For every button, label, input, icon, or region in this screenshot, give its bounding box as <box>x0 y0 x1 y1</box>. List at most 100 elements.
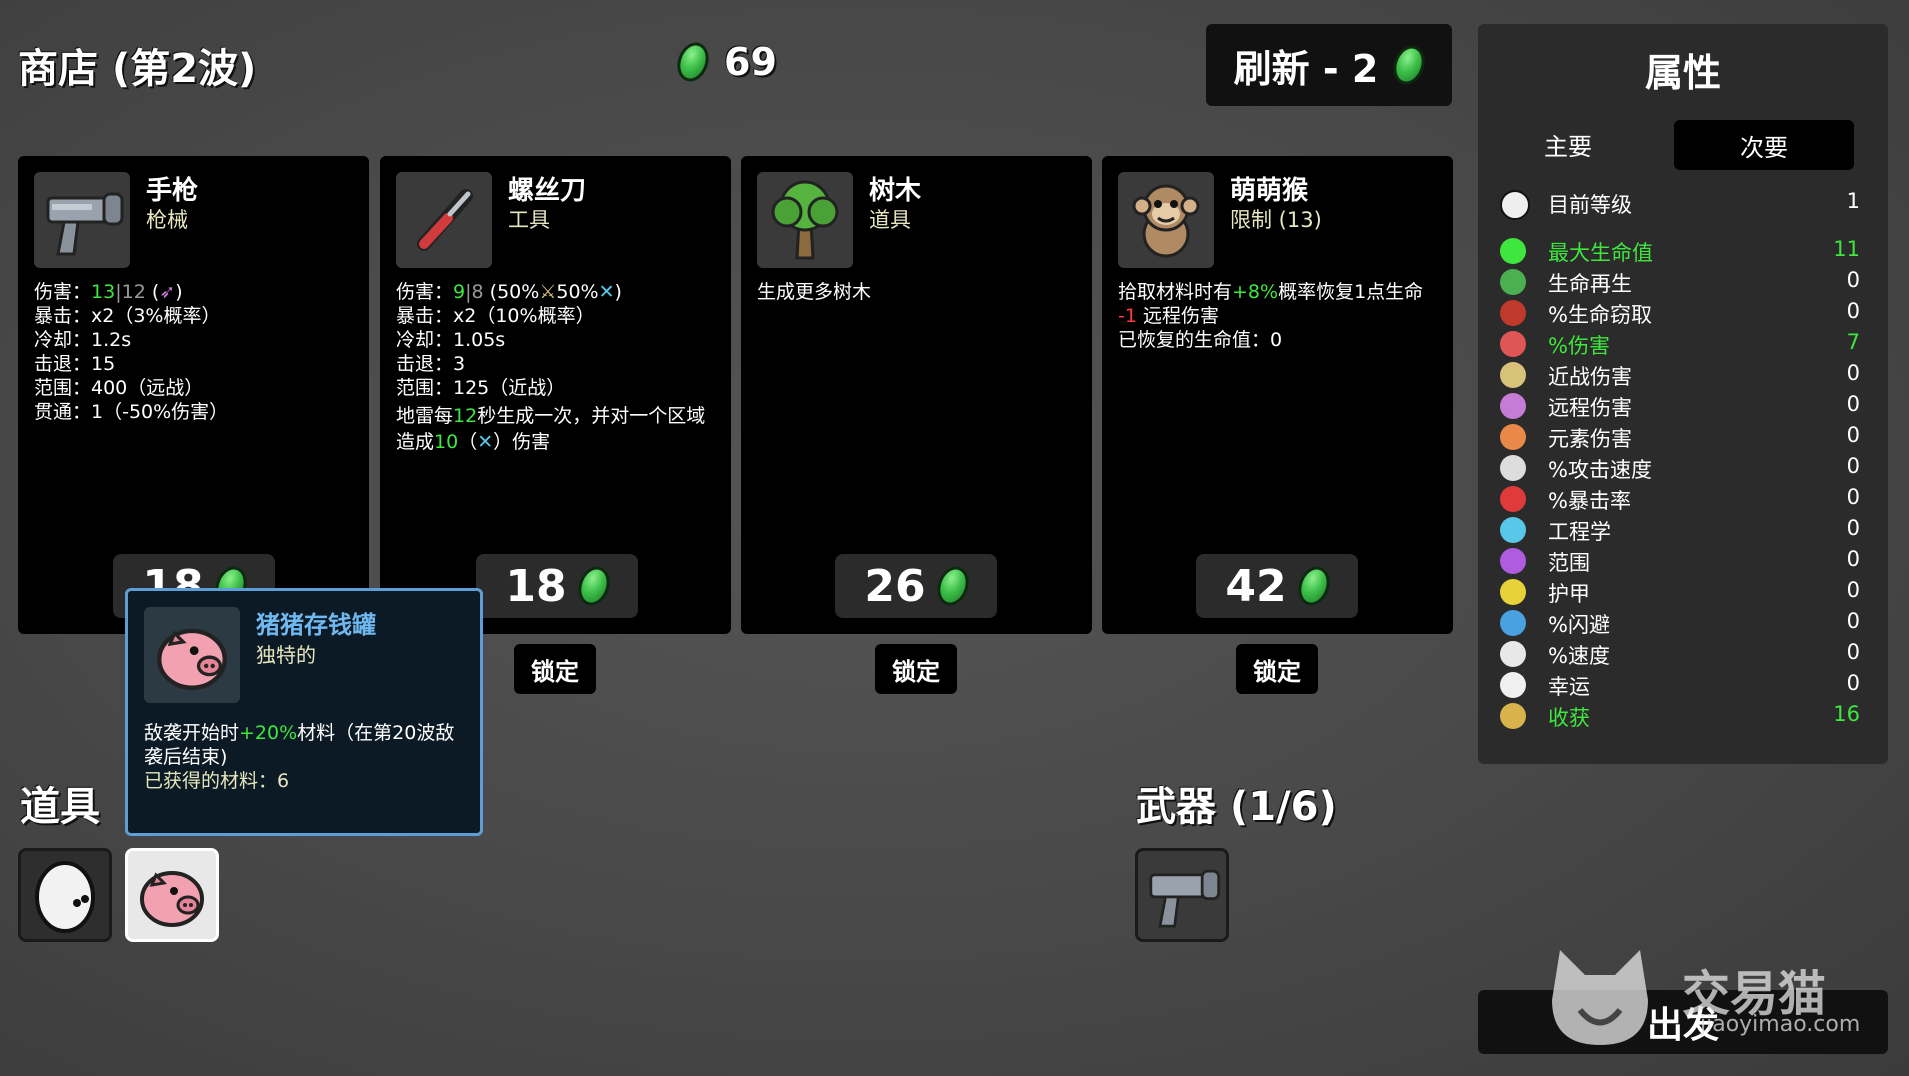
stat-row: 近战伤害 0 <box>1500 360 1860 391</box>
material-coin-icon <box>672 38 714 86</box>
stat-row-level: 目前等级 1 <box>1500 188 1860 220</box>
tab-primary[interactable]: 主要 <box>1508 120 1628 168</box>
card-name: 树木 <box>869 176 922 206</box>
stat-value: 0 <box>1846 423 1860 447</box>
piggy-bank-icon <box>144 607 240 703</box>
elemental-icon <box>1500 424 1526 450</box>
stat-label: 远程伤害 <box>1548 396 1632 420</box>
monkey-icon <box>1118 172 1214 268</box>
stat-label: %速度 <box>1548 644 1610 668</box>
stat-value: 16 <box>1833 702 1860 726</box>
stat-value: 0 <box>1846 671 1860 695</box>
stat-row: 最大生命值 11 <box>1500 236 1860 267</box>
lock-button[interactable]: 锁定 <box>1236 644 1318 694</box>
card-name: 萌萌猴 <box>1230 176 1309 206</box>
material-coin-icon <box>1388 41 1431 89</box>
armor-icon <box>1500 579 1526 605</box>
stat-row: 元素伤害 0 <box>1500 422 1860 453</box>
regen-icon <box>1500 269 1526 295</box>
stat-value: 0 <box>1846 299 1860 323</box>
harvest-icon <box>1500 703 1526 729</box>
stat-label: 最大生命值 <box>1548 241 1653 265</box>
stat-row: %攻击速度 0 <box>1500 453 1860 484</box>
stat-value: 0 <box>1846 268 1860 292</box>
stat-value: 0 <box>1846 609 1860 633</box>
shop-card-tree[interactable]: 树木 道具 生成更多树木 26 <box>741 156 1092 634</box>
shop-card-monkey[interactable]: 萌萌猴 限制 (13) 拾取材料时有+8%概率恢复1点生命 -1 远程伤害 已恢… <box>1102 156 1453 634</box>
material-coin-icon <box>572 562 615 610</box>
stat-row: 远程伤害 0 <box>1500 391 1860 422</box>
engineering-icon <box>1500 517 1526 543</box>
shop-card-screwdriver[interactable]: 螺丝刀 工具 伤害：9|8 (50%⚔50%✕) 暴击：x2（10%概率） 冷却… <box>380 156 731 634</box>
weapon-slot-pistol[interactable] <box>1135 848 1229 942</box>
stat-label: %攻击速度 <box>1548 458 1652 482</box>
stat-row: %生命窃取 0 <box>1500 298 1860 329</box>
price-value: 18 <box>505 560 567 612</box>
ranged-icon: ➶ <box>159 281 176 303</box>
material-coin-icon <box>931 562 974 610</box>
stat-label: %暴击率 <box>1548 489 1631 513</box>
stat-row: 幸运 0 <box>1500 670 1860 701</box>
stat-value: 0 <box>1846 547 1860 571</box>
dodge-icon <box>1500 610 1526 636</box>
potato-icon <box>35 861 95 933</box>
materials-counter: 69 <box>672 38 777 86</box>
card-description: 拾取材料时有+8%概率恢复1点生命 -1 远程伤害 已恢复的生命值：0 <box>1118 281 1424 351</box>
items-section-title: 道具 <box>20 784 100 830</box>
stat-value: 0 <box>1846 361 1860 385</box>
price-tag[interactable]: 42 <box>1196 554 1358 618</box>
price-value: 26 <box>864 560 926 612</box>
shop-title: 商店 (第2波) <box>18 46 257 92</box>
shop-card-pistol[interactable]: 手枪 枪械 伤害：13|12 (➶) 暴击：x2（3%概率） 冷却：1.2s 击… <box>18 156 369 634</box>
speed-icon <box>1500 641 1526 667</box>
stat-row: %闪避 0 <box>1500 608 1860 639</box>
luck-icon <box>1500 672 1526 698</box>
material-coin-icon <box>1292 562 1335 610</box>
price-tag[interactable]: 26 <box>835 554 997 618</box>
stat-value: 0 <box>1846 454 1860 478</box>
screwdriver-icon <box>396 172 492 268</box>
stat-row: 工程学 0 <box>1500 515 1860 546</box>
card-description: 伤害：13|12 (➶) 暴击：x2（3%概率） 冷却：1.2s 击退：15 范… <box>34 281 229 423</box>
crit-icon <box>1500 486 1526 512</box>
stat-row: %伤害 7 <box>1500 329 1860 360</box>
stat-value: 0 <box>1846 516 1860 540</box>
inventory-item-potato[interactable] <box>18 848 112 942</box>
stat-label: %生命窃取 <box>1548 303 1652 327</box>
stat-label: 工程学 <box>1548 520 1611 544</box>
stat-label: 护甲 <box>1548 582 1590 606</box>
reroll-button[interactable]: 刷新 - 2 <box>1206 24 1452 106</box>
stat-row: 护甲 0 <box>1500 577 1860 608</box>
stat-label: 幸运 <box>1548 675 1590 699</box>
stat-row: 范围 0 <box>1500 546 1860 577</box>
tooltip-item-rarity: 独特的 <box>256 643 316 667</box>
stat-value: 0 <box>1846 578 1860 602</box>
card-description: 伤害：9|8 (50%⚔50%✕) 暴击：x2（10%概率） 冷却：1.05s … <box>396 281 706 453</box>
piggy-bank-icon <box>140 871 204 927</box>
melee-icon: ⚔ <box>539 281 557 303</box>
stat-value: 0 <box>1846 640 1860 664</box>
card-name: 手枪 <box>146 176 199 206</box>
stat-row: %暴击率 0 <box>1500 484 1860 515</box>
stat-label: 元素伤害 <box>1548 427 1632 451</box>
heart-icon <box>1500 238 1526 264</box>
stat-label: %闪避 <box>1548 613 1610 637</box>
melee-icon <box>1500 362 1526 388</box>
pistol-icon <box>34 172 130 268</box>
inventory-item-piggy-bank[interactable] <box>125 848 219 942</box>
level-icon <box>1500 190 1530 220</box>
tab-secondary[interactable]: 次要 <box>1674 120 1854 170</box>
stat-value: 0 <box>1846 485 1860 509</box>
lock-button[interactable]: 锁定 <box>514 644 596 694</box>
lifesteal-icon <box>1500 300 1526 326</box>
stat-row: 收获 16 <box>1500 701 1860 732</box>
engineering-icon: ✕ <box>477 431 494 453</box>
watermark: 交易猫 jiaoyimao.com <box>1540 940 1890 1050</box>
price-tag[interactable]: 18 <box>476 554 638 618</box>
lock-button[interactable]: 锁定 <box>875 644 957 694</box>
stat-label: %伤害 <box>1548 334 1610 358</box>
stat-value: 7 <box>1846 330 1860 354</box>
range-icon <box>1500 548 1526 574</box>
stat-label: 近战伤害 <box>1548 365 1632 389</box>
engineering-icon: ✕ <box>598 281 615 303</box>
